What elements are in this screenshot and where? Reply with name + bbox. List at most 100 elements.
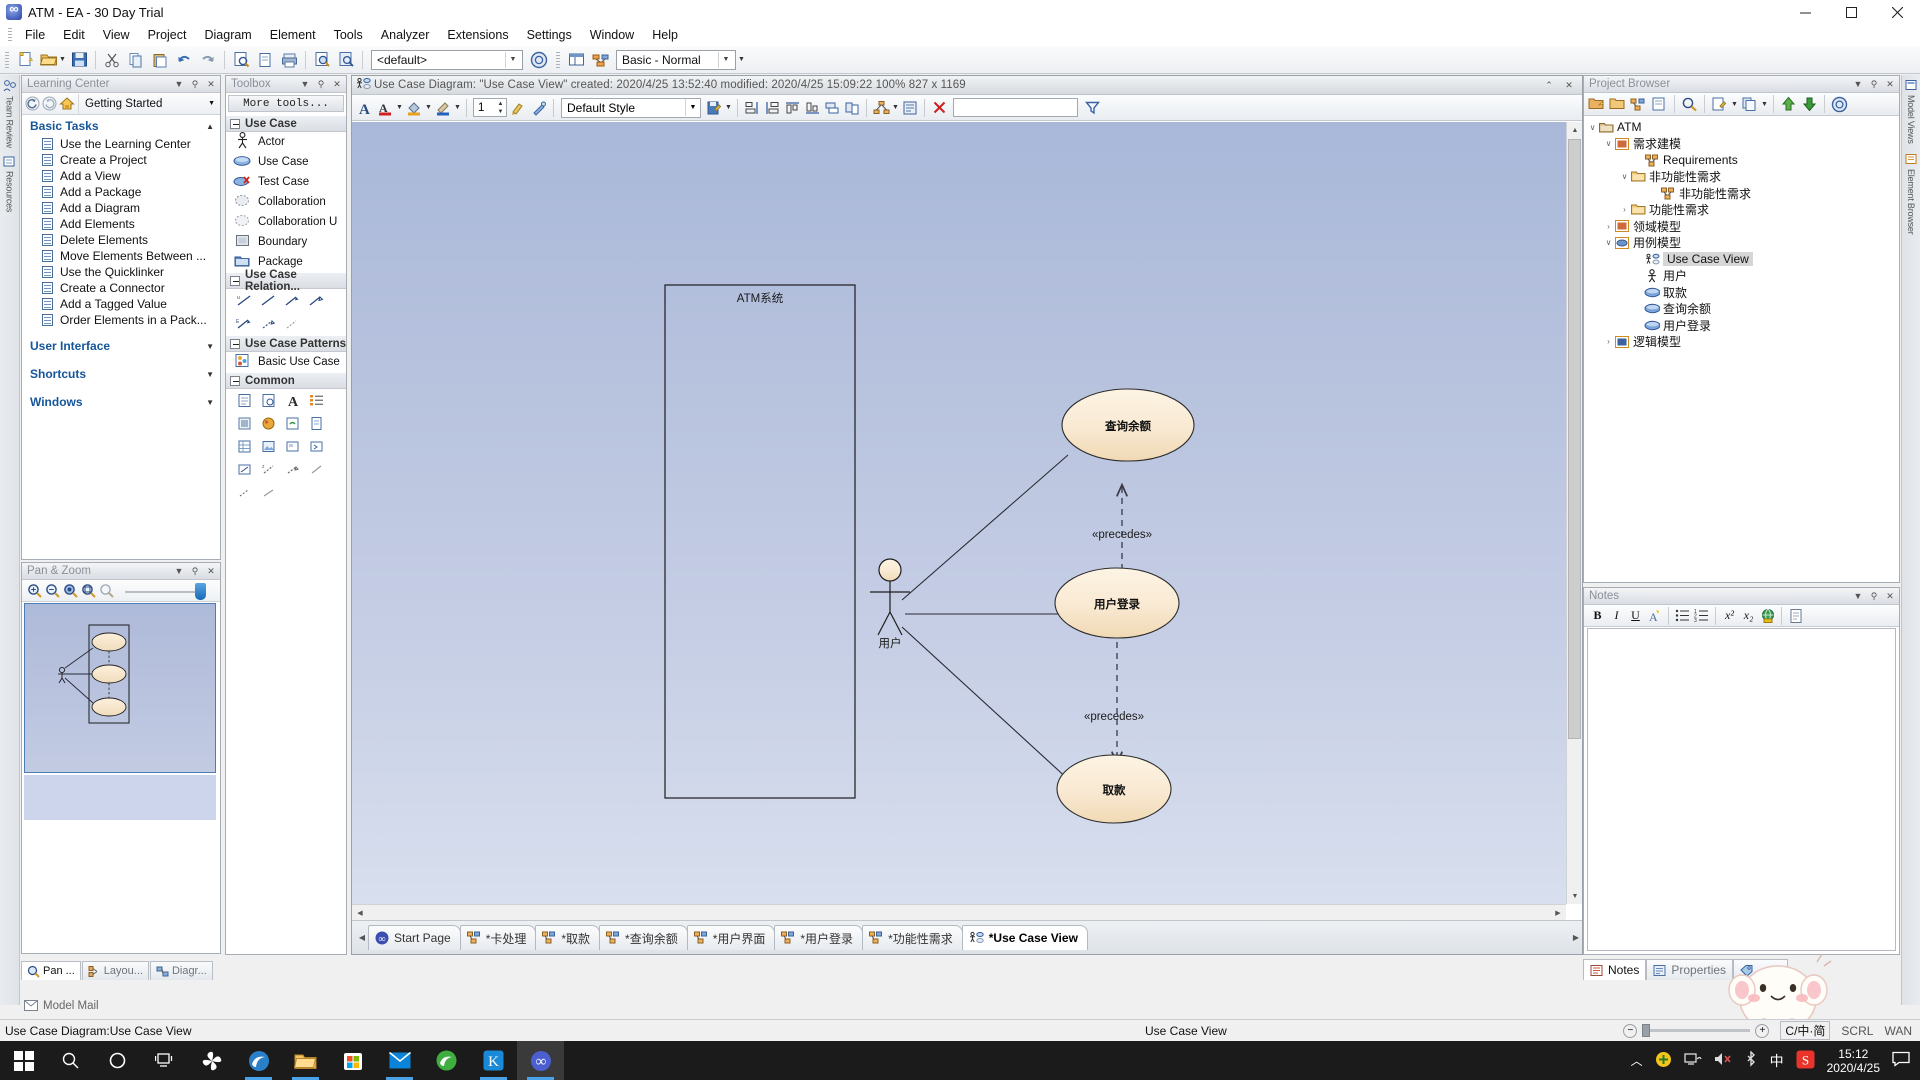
scroll-down-icon[interactable]: ▼: [1567, 888, 1582, 904]
lc-section-basic-tasks[interactable]: Basic Tasks ▲: [22, 116, 220, 136]
align-top-icon[interactable]: [782, 97, 802, 118]
zoom-slider[interactable]: [123, 582, 220, 600]
search-browser-icon[interactable]: [1679, 94, 1700, 114]
chevron-common-icon[interactable]: [304, 437, 328, 456]
tab-user-login[interactable]: *用户登录: [774, 925, 864, 950]
tree-node-atm[interactable]: ∨ ATM: [1584, 119, 1899, 136]
learning-center-combo[interactable]: Getting Started ▼: [78, 93, 220, 114]
font-icon[interactable]: A: [355, 97, 375, 118]
zoom-reset-icon[interactable]: [97, 582, 115, 600]
font-color-icon[interactable]: A: [375, 97, 395, 118]
same-width-icon[interactable]: [822, 97, 842, 118]
right-tab-element-browser[interactable]: Element Browser: [1906, 169, 1916, 235]
underline-button[interactable]: U: [1626, 606, 1645, 625]
line-width-stepper[interactable]: 1 ▲ ▼: [473, 98, 507, 117]
subscript-button[interactable]: x₂: [1739, 606, 1758, 625]
undo-icon[interactable]: [173, 49, 195, 71]
kugou-icon[interactable]: K: [470, 1041, 517, 1080]
chevron-down-icon[interactable]: ▼: [1730, 101, 1739, 108]
tree-node-usecase-withdraw[interactable]: 取款: [1584, 284, 1899, 301]
menu-view[interactable]: View: [94, 26, 139, 44]
tree-node-domain-model[interactable]: › 领域模型: [1584, 218, 1899, 235]
note-link-icon[interactable]: [280, 314, 304, 333]
tab-start-page[interactable]: ∞ Start Page: [368, 925, 461, 950]
expand-icon[interactable]: ▼: [206, 342, 214, 351]
tree-node-usecase-user-login[interactable]: 用户登录: [1584, 317, 1899, 334]
redo-icon[interactable]: [197, 49, 219, 71]
align-right-icon[interactable]: [762, 97, 782, 118]
tab-scroll-left-icon[interactable]: ◀: [356, 933, 368, 942]
delete-icon[interactable]: [929, 97, 949, 118]
technology-extra-caret[interactable]: ▼: [737, 56, 746, 63]
tab-withdraw[interactable]: *取款: [535, 925, 601, 950]
toolbox-item-collaboration[interactable]: Collaboration: [226, 192, 346, 212]
task-view-icon[interactable]: [141, 1041, 188, 1080]
zoom-thumb[interactable]: [1642, 1024, 1651, 1037]
panel-menu-icon[interactable]: ▼: [299, 79, 311, 89]
tree-node-requirements[interactable]: Requirements: [1584, 152, 1899, 169]
back-icon[interactable]: [24, 95, 41, 112]
toolbar-grip-2[interactable]: [556, 51, 560, 68]
status-zoom-slider[interactable]: − +: [1623, 1023, 1770, 1038]
left-tab-team-review[interactable]: Team Review: [5, 96, 15, 148]
home-icon[interactable]: [58, 95, 75, 112]
left-tab-resources[interactable]: Resources: [5, 171, 15, 212]
lc-item-create-project[interactable]: Create a Project: [22, 152, 220, 168]
menu-window[interactable]: Window: [581, 26, 643, 44]
right-tab-model-views[interactable]: Model Views: [1906, 95, 1916, 144]
pin-icon[interactable]: ⚲: [315, 79, 327, 90]
vscroll-thumb[interactable]: [1568, 139, 1581, 739]
chevron-down-icon[interactable]: ▼: [424, 104, 433, 111]
bluetooth-icon[interactable]: [1744, 1049, 1758, 1071]
toolbox-item-test-case[interactable]: Test Case: [226, 172, 346, 192]
extend-connector-icon[interactable]: [304, 291, 328, 310]
forward-icon[interactable]: [41, 95, 58, 112]
menu-file[interactable]: File: [16, 26, 54, 44]
lc-item-add-view[interactable]: Add a View: [22, 168, 220, 184]
save-style-icon[interactable]: [704, 97, 724, 118]
close-button[interactable]: [1874, 0, 1920, 24]
same-height-icon[interactable]: [842, 97, 862, 118]
pin-icon[interactable]: ⚲: [189, 566, 201, 577]
properties-icon[interactable]: [900, 97, 920, 118]
workspace-icon[interactable]: [565, 49, 587, 71]
scroll-left-icon[interactable]: ◀: [352, 905, 368, 920]
menu-settings[interactable]: Settings: [518, 26, 581, 44]
zoom-fit-icon[interactable]: [61, 582, 79, 600]
fill-color-icon[interactable]: [404, 97, 424, 118]
menu-analyzer[interactable]: Analyzer: [372, 26, 439, 44]
taskbar-clock[interactable]: 15:12 2020/4/25: [1827, 1047, 1880, 1075]
toolbox-group-common[interactable]: Common: [226, 372, 346, 389]
new-diagram-icon[interactable]: [1628, 94, 1649, 114]
documentation-icon[interactable]: [1709, 94, 1730, 114]
collapse-icon[interactable]: ▲: [206, 122, 214, 131]
left-tab-pan[interactable]: Pan ...: [21, 961, 81, 980]
expand-icon[interactable]: ▼: [206, 370, 214, 379]
stepper-up-icon[interactable]: ▲: [495, 100, 506, 108]
chevron-down-icon[interactable]: ▼: [1760, 101, 1769, 108]
model-mail-item[interactable]: Model Mail: [24, 1000, 99, 1012]
app-store-icon[interactable]: [329, 1041, 376, 1080]
collapse-icon[interactable]: [230, 275, 240, 286]
green-browser-icon[interactable]: [423, 1041, 470, 1080]
lc-section-windows[interactable]: Windows ▼: [22, 392, 220, 412]
lc-section-user-interface[interactable]: User Interface ▼: [22, 336, 220, 356]
realize-connector-icon[interactable]: E: [232, 314, 256, 333]
notes-tab-properties[interactable]: Properties: [1646, 959, 1734, 980]
artifact-icon[interactable]: [256, 414, 280, 433]
toolbox-item-collaboration-use[interactable]: Collaboration U: [226, 212, 346, 232]
new-diagram-icon[interactable]: [254, 49, 276, 71]
lc-item-delete-elements[interactable]: Delete Elements: [22, 232, 220, 248]
toolbar-grip[interactable]: [5, 51, 9, 68]
app-fan-icon[interactable]: [188, 1041, 235, 1080]
move-up-icon[interactable]: [1778, 94, 1799, 114]
lc-item-use-learning-center[interactable]: Use the Learning Center: [22, 136, 220, 152]
toolbox-item-actor[interactable]: Actor: [226, 132, 346, 152]
canvas-horizontal-scrollbar[interactable]: ◀ ▶: [352, 904, 1566, 920]
menu-tools[interactable]: Tools: [325, 26, 372, 44]
expander-icon[interactable]: ›: [1619, 205, 1630, 214]
new-project-icon[interactable]: [14, 49, 36, 71]
chevron-down-icon[interactable]: ▼: [724, 104, 733, 111]
more-tools-button[interactable]: More tools...: [228, 95, 344, 112]
print-icon[interactable]: [278, 49, 300, 71]
